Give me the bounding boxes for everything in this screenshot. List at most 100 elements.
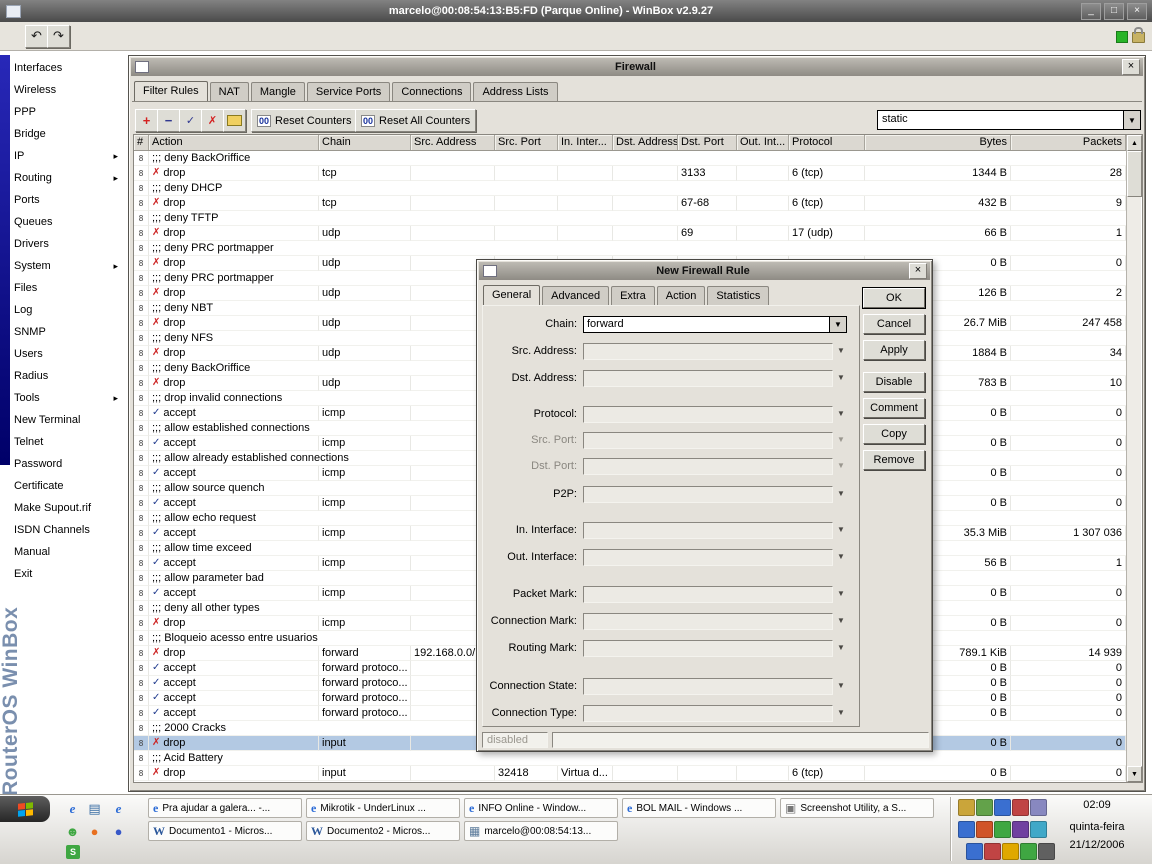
sidebar-item-wireless[interactable]: Wireless (12, 79, 126, 101)
dropdown-arrow-icon[interactable]: ▼ (837, 373, 845, 382)
tray-icon[interactable] (976, 821, 993, 838)
comment-row[interactable]: 8;;; deny PRC portmapper (134, 241, 1126, 256)
rule-row[interactable]: 8 ✗ drop tcp 67-68 6 (tcp) 432 B9 (134, 196, 1126, 211)
column-header-src-address[interactable]: Src. Address (411, 135, 495, 150)
column-header-dst-port[interactable]: Dst. Port (678, 135, 737, 150)
sidebar-item-make-supout-rif[interactable]: Make Supout.rif (12, 497, 126, 519)
sidebar-item-system[interactable]: System ▸ (12, 255, 126, 277)
sidebar-item-interfaces[interactable]: Interfaces (12, 57, 126, 79)
task-button-info-online-window[interactable]: e INFO Online - Window... (464, 798, 618, 818)
tray-icon[interactable] (1012, 821, 1029, 838)
column-header-packets[interactable]: Packets (1011, 135, 1126, 150)
ok-button[interactable]: OK (862, 287, 926, 309)
cancel-button[interactable]: Cancel (863, 314, 925, 334)
tray-icon[interactable] (966, 843, 983, 860)
dropdown-arrow-icon[interactable]: ▼ (837, 708, 845, 717)
sidebar-item-radius[interactable]: Radius (12, 365, 126, 387)
dialog-titlebar[interactable]: New Firewall Rule × (479, 262, 930, 280)
comment-button[interactable]: Comment (863, 398, 925, 418)
sidebar-item-manual[interactable]: Manual (12, 541, 126, 563)
enable-rule-button[interactable]: ✓ (179, 109, 202, 132)
ie-shortcut-icon[interactable]: e (110, 800, 127, 817)
undo-button[interactable]: ↶ (25, 25, 48, 48)
tab-connections[interactable]: Connections (392, 82, 472, 101)
dropdown-arrow-icon[interactable]: ▼ (837, 589, 845, 598)
comment-rule-button[interactable] (223, 109, 246, 132)
restore-button[interactable]: □ (1104, 2, 1124, 20)
tray-icon[interactable] (1030, 821, 1047, 838)
tray-icon[interactable] (994, 799, 1011, 816)
task-button-documento2-micros[interactable]: W Documento2 - Micros... (306, 821, 460, 841)
sidebar-item-bridge[interactable]: Bridge (12, 123, 126, 145)
column-header-in-inter[interactable]: In. Inter... (558, 135, 613, 150)
ie-icon[interactable]: e (64, 800, 81, 817)
dialog-tab-advanced[interactable]: Advanced (542, 286, 610, 305)
tray-icon[interactable] (1002, 843, 1019, 860)
sidebar-item-isdn-channels[interactable]: ISDN Channels (12, 519, 126, 541)
task-button-marcelo-00-08-54-13[interactable]: ▦ marcelo@00:08:54:13... (464, 821, 618, 841)
redo-button[interactable]: ↷ (47, 25, 70, 48)
comment-row[interactable]: 8;;; Acid Battery (134, 751, 1126, 766)
comment-row[interactable]: 8;;; deny DHCP (134, 181, 1126, 196)
chain-combobox[interactable]: forward ▼ (583, 316, 847, 333)
dropdown-arrow-icon[interactable]: ▼ (837, 681, 845, 690)
sidebar-item-drivers[interactable]: Drivers (12, 233, 126, 255)
tab-address-lists[interactable]: Address Lists (473, 82, 558, 101)
field-input[interactable] (583, 406, 833, 423)
task-button-pra-ajudar-a-galera[interactable]: e Pra ajudar a galera... -... (148, 798, 302, 818)
field-input[interactable] (583, 640, 833, 657)
disable-rule-button[interactable]: ✗ (201, 109, 224, 132)
tray-icon[interactable] (1020, 843, 1037, 860)
sidebar-item-certificate[interactable]: Certificate (12, 475, 126, 497)
tray-icon[interactable] (984, 843, 1001, 860)
dropdown-arrow-icon[interactable]: ▼ (837, 616, 845, 625)
tray-icon[interactable] (976, 799, 993, 816)
tab-filter-rules[interactable]: Filter Rules (134, 81, 208, 102)
comment-row[interactable]: 8;;; deny BackOriffice (134, 151, 1126, 166)
scroll-up-button[interactable]: ▲ (1127, 135, 1142, 151)
close-button[interactable]: × (1127, 2, 1147, 20)
task-button-mikrotik-underlinux[interactable]: e Mikrotik - UnderLinux ... (306, 798, 460, 818)
sidebar-item-files[interactable]: Files (12, 277, 126, 299)
filter-combobox[interactable]: static ▼ (877, 110, 1141, 130)
field-input[interactable] (583, 586, 833, 603)
task-button-documento1-micros[interactable]: W Documento1 - Micros... (148, 821, 302, 841)
tray-icon[interactable] (1030, 799, 1047, 816)
dialog-tab-action[interactable]: Action (656, 286, 706, 305)
field-input[interactable] (583, 613, 833, 630)
dropdown-arrow-icon[interactable]: ▼ (837, 552, 845, 561)
language-indicator-icon[interactable]: S (66, 845, 80, 859)
column-header-protocol[interactable]: Protocol (789, 135, 865, 150)
tab-mangle[interactable]: Mangle (250, 82, 305, 101)
sidebar-item-exit[interactable]: Exit (12, 563, 126, 585)
sidebar-item-ppp[interactable]: PPP (12, 101, 126, 123)
field-input[interactable] (583, 678, 833, 695)
dropdown-arrow-icon[interactable]: ▼ (837, 643, 845, 652)
tray-icon[interactable] (1012, 799, 1029, 816)
dialog-tab-statistics[interactable]: Statistics (707, 286, 770, 305)
dialog-tab-general[interactable]: General (483, 285, 541, 306)
remove-button[interactable]: Remove (863, 450, 925, 470)
rule-row[interactable]: 8 ✗ drop udp 69 17 (udp) 66 B1 (134, 226, 1126, 241)
column-header-bytes[interactable]: Bytes (865, 135, 1011, 150)
tray-icon[interactable] (994, 821, 1011, 838)
field-input[interactable] (583, 370, 833, 387)
sidebar-item-users[interactable]: Users (12, 343, 126, 365)
messenger-icon[interactable]: ☻ (64, 823, 81, 840)
firefox-icon[interactable]: ● (86, 823, 103, 840)
tab-nat[interactable]: NAT (209, 82, 249, 101)
task-button-screenshot-utility-a-s[interactable]: ▣ Screenshot Utility, a S... (780, 798, 934, 818)
column-header-action[interactable]: Action (149, 135, 319, 150)
copy-button[interactable]: Copy (863, 424, 925, 444)
field-input[interactable] (583, 486, 833, 503)
reset-counters-button[interactable]: 00 Reset Counters (251, 109, 358, 132)
dropdown-arrow-icon[interactable]: ▼ (837, 409, 845, 418)
field-input[interactable] (583, 549, 833, 566)
column-header-chain[interactable]: Chain (319, 135, 411, 150)
sidebar-item-ip[interactable]: IP ▸ (12, 145, 126, 167)
dropdown-arrow-icon[interactable]: ▼ (837, 346, 845, 355)
firewall-titlebar[interactable]: Firewall × (131, 58, 1143, 76)
remove-rule-button[interactable]: − (157, 109, 180, 132)
sidebar-item-routing[interactable]: Routing ▸ (12, 167, 126, 189)
disable-button[interactable]: Disable (863, 372, 925, 392)
